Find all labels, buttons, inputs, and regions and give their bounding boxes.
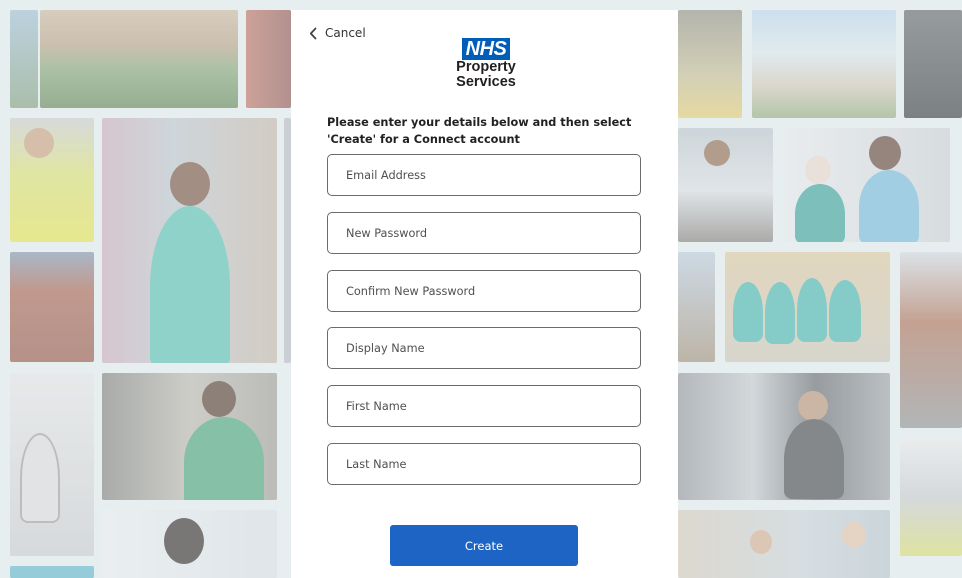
photo-kitchen-worker: [102, 373, 277, 500]
photo-cleaner-bucket: [678, 10, 742, 118]
logo-line-services: Services: [456, 74, 516, 90]
nhs-property-services-logo: NHS Property Services: [451, 38, 521, 90]
display-name-field[interactable]: [327, 327, 641, 369]
cancel-link[interactable]: Cancel: [309, 26, 366, 40]
photo-hi-vis-worker: [10, 118, 94, 242]
photo-person-plaid: [246, 10, 291, 108]
photo-garden-building: [40, 10, 238, 108]
photo-strip-left: [284, 118, 291, 363]
create-button[interactable]: Create: [390, 525, 578, 566]
last-name-field[interactable]: [327, 443, 641, 485]
photo-card-reader: [904, 10, 962, 118]
cancel-label: Cancel: [325, 26, 366, 40]
photo-maintenance: [678, 373, 890, 500]
nhs-logo-mark: NHS: [461, 38, 511, 60]
photo-smiling-staff: [102, 510, 277, 578]
confirm-password-field[interactable]: [327, 270, 641, 312]
email-field[interactable]: [327, 154, 641, 196]
photo-modern-building: [752, 10, 896, 118]
photo-flats: [900, 252, 962, 428]
photo-carer-elderly: [783, 128, 950, 242]
photo-ward-staff: [678, 510, 890, 578]
photo-wheelchair: [10, 373, 94, 556]
chevron-left-icon: [309, 27, 317, 40]
photo-brick-wall: [10, 252, 94, 362]
signup-panel: Cancel NHS Property Services Please ente…: [291, 10, 678, 578]
photo-corner-blue: [10, 566, 94, 578]
first-name-field[interactable]: [327, 385, 641, 427]
photo-hard-hat: [900, 438, 962, 556]
photo-nurse-corridor: [102, 118, 277, 363]
photo-town-hall: [678, 252, 715, 362]
photo-floor-cleaning: [678, 128, 773, 242]
new-password-field[interactable]: [327, 212, 641, 254]
photo-garden: [10, 10, 38, 108]
form-instructions: Please enter your details below and then…: [327, 116, 632, 146]
logo-line-property: Property: [456, 59, 516, 75]
photo-nurse-team: [725, 252, 890, 362]
